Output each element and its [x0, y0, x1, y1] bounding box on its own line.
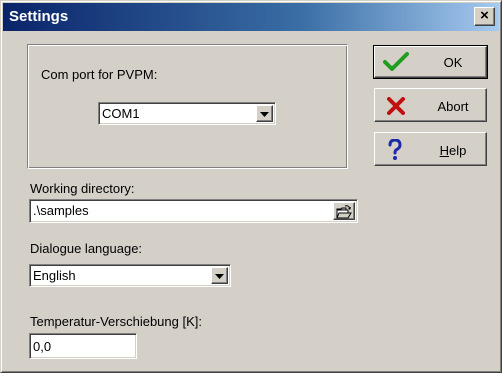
com-port-select[interactable]: COM1 — [98, 102, 276, 125]
chevron-down-icon — [260, 112, 269, 117]
ok-button[interactable]: OK — [373, 45, 488, 79]
help-label: Help — [427, 143, 479, 158]
temperature-value: 0,0 — [33, 339, 52, 354]
abort-label: Abort — [437, 99, 469, 114]
com-port-value: COM1 — [102, 106, 140, 121]
language-label: Dialogue language: — [30, 241, 143, 256]
window-title: Settings — [9, 8, 69, 25]
settings-window: Settings × Com port for PVPM: COM1 Worki… — [0, 0, 502, 373]
com-port-label: Com port for PVPM: — [41, 67, 158, 82]
language-select[interactable]: English — [29, 264, 231, 287]
x-icon — [387, 97, 405, 115]
language-dropdown-button[interactable] — [211, 267, 228, 284]
browse-folder-button[interactable] — [333, 202, 355, 220]
help-mnemonic: H — [439, 143, 450, 158]
temperature-label: Temperatur-Verschiebung [K]: — [30, 314, 202, 329]
title-bar[interactable]: Settings × — [3, 3, 499, 31]
working-directory-input[interactable]: .\samples — [29, 199, 358, 223]
folder-open-icon — [336, 205, 352, 219]
ok-label: OK — [443, 55, 463, 70]
checkmark-icon — [383, 52, 409, 71]
working-directory-value: .\samples — [33, 203, 89, 218]
close-icon: × — [480, 7, 489, 24]
help-button[interactable]: Help — [374, 132, 487, 166]
close-button[interactable]: × — [474, 7, 495, 26]
language-value: English — [33, 268, 76, 283]
com-port-dropdown-button[interactable] — [256, 105, 273, 122]
abort-button[interactable]: Abort — [374, 88, 487, 122]
temperature-input[interactable]: 0,0 — [29, 333, 137, 359]
com-port-group: Com port for PVPM: COM1 — [27, 44, 348, 169]
question-icon — [388, 139, 402, 160]
chevron-down-icon — [215, 274, 224, 279]
help-label-rest: elp — [449, 143, 467, 158]
working-directory-label: Working directory: — [30, 181, 135, 196]
